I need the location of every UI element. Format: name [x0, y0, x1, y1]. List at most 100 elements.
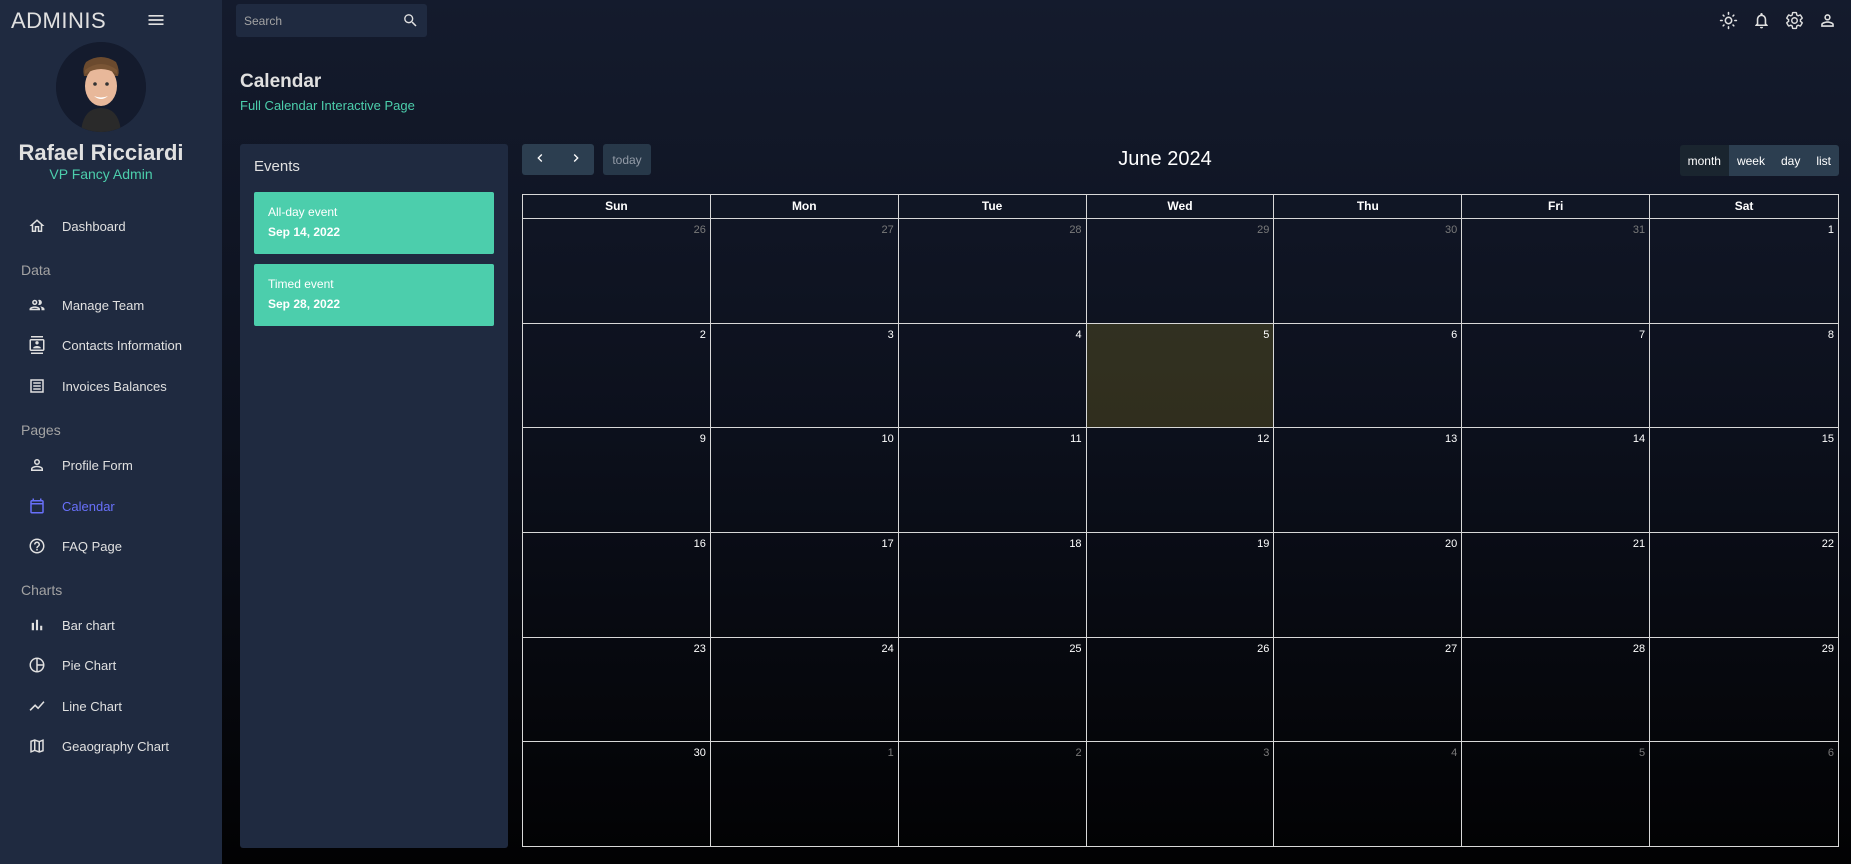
- person-icon[interactable]: [1818, 11, 1837, 30]
- calendar-day[interactable]: 1: [1650, 219, 1838, 324]
- pie-chart-icon: [28, 656, 46, 674]
- calendar-day[interactable]: 22: [1650, 533, 1838, 638]
- calendar-day[interactable]: 3: [1087, 742, 1275, 847]
- sidebar-section-pages: Pages: [21, 422, 61, 438]
- calendar-day[interactable]: 16: [523, 532, 711, 638]
- calendar-day[interactable]: 10: [710, 428, 899, 533]
- calendar-day[interactable]: 31: [1462, 219, 1651, 324]
- event-title: All-day event: [268, 205, 338, 219]
- weekday-label: Mon: [710, 195, 899, 219]
- sidebar-item-faq[interactable]: FAQ Page: [28, 534, 122, 558]
- calendar-grid: Sun Mon Tue Wed Thu Fri Sat 26 27 28 29 30 31 1 2 3 4 5 6…: [522, 194, 1839, 847]
- weekday-label: Sat: [1650, 195, 1838, 219]
- events-title: Events: [254, 158, 300, 175]
- calendar-day[interactable]: 30: [523, 742, 711, 847]
- sidebar-item-invoices[interactable]: Invoices Balances: [28, 374, 167, 398]
- notifications-icon[interactable]: [1752, 11, 1771, 30]
- light-mode-icon[interactable]: [1719, 11, 1738, 30]
- calendar-day[interactable]: 2: [523, 323, 711, 429]
- weekday-label: Fri: [1462, 195, 1651, 219]
- sidebar-section-data: Data: [21, 262, 51, 278]
- next-button[interactable]: [558, 144, 594, 175]
- calendar-day[interactable]: 23: [523, 637, 711, 743]
- calendar-day[interactable]: 2: [899, 742, 1087, 847]
- calendar-day[interactable]: 14: [1462, 428, 1651, 533]
- search-icon[interactable]: [402, 12, 419, 29]
- people-icon: [28, 296, 46, 314]
- sidebar-item-calendar[interactable]: Calendar: [28, 494, 115, 518]
- sidebar-item-label: Manage Team: [62, 297, 145, 313]
- user-role: VP Fancy Admin: [49, 166, 153, 182]
- calendar-day[interactable]: 26: [523, 219, 711, 324]
- map-icon: [28, 737, 46, 755]
- calendar-day[interactable]: 7: [1462, 323, 1651, 429]
- calendar-title: June 2024: [1118, 148, 1212, 170]
- sidebar-item-line-chart[interactable]: Line Chart: [28, 694, 122, 718]
- view-month-button[interactable]: month: [1679, 145, 1729, 176]
- calendar-day[interactable]: 29: [1650, 638, 1838, 743]
- calendar-day[interactable]: 20: [1274, 532, 1463, 638]
- today-button[interactable]: today: [603, 144, 651, 175]
- sidebar-item-profile-form[interactable]: Profile Form: [28, 453, 133, 477]
- calendar-day[interactable]: 27: [1274, 637, 1463, 743]
- sidebar-item-label: Invoices Balances: [62, 378, 167, 394]
- sidebar-item-label: Bar chart: [62, 617, 115, 633]
- calendar-day[interactable]: 6: [1274, 323, 1463, 429]
- calendar-day[interactable]: 19: [1086, 532, 1275, 638]
- calendar-day[interactable]: 13: [1274, 428, 1463, 533]
- sidebar-item-label: FAQ Page: [62, 538, 122, 554]
- sidebar-item-geography-chart[interactable]: Geaography Chart: [28, 734, 169, 758]
- sidebar-item-bar-chart[interactable]: Bar chart: [28, 613, 115, 637]
- page-subtitle: Full Calendar Interactive Page: [240, 98, 415, 113]
- calendar-day[interactable]: 12: [1086, 428, 1275, 533]
- calendar-day[interactable]: 27: [710, 219, 899, 324]
- view-day-button[interactable]: day: [1772, 145, 1809, 176]
- sidebar-item-pie-chart[interactable]: Pie Chart: [28, 653, 116, 677]
- menu-icon[interactable]: [146, 10, 166, 30]
- calendar-day-today[interactable]: 5: [1086, 323, 1275, 429]
- calendar-day[interactable]: 4: [898, 323, 1087, 429]
- event-card[interactable]: Timed event Sep 28, 2022: [254, 264, 494, 326]
- calendar-day[interactable]: 5: [1462, 742, 1651, 847]
- calendar-day[interactable]: 1: [711, 742, 899, 847]
- calendar-day[interactable]: 28: [1462, 637, 1651, 743]
- line-chart-icon: [28, 697, 46, 715]
- event-title: Timed event: [268, 277, 334, 291]
- calendar-day[interactable]: 6: [1650, 742, 1838, 847]
- person-icon: [28, 456, 46, 474]
- calendar-day[interactable]: 26: [1086, 637, 1275, 743]
- sidebar-item-contacts[interactable]: Contacts Information: [28, 333, 182, 357]
- calendar-day[interactable]: 3: [710, 323, 899, 429]
- events-panel: Events All-day event Sep 14, 2022 Timed …: [240, 144, 508, 848]
- weekday-label: Thu: [1274, 195, 1463, 219]
- view-week-button[interactable]: week: [1728, 145, 1773, 176]
- search-input[interactable]: [236, 13, 386, 28]
- prev-button[interactable]: [522, 144, 558, 175]
- calendar-day[interactable]: 11: [898, 428, 1087, 533]
- topbar-icons: [1719, 11, 1837, 30]
- brand-title: ADMINIS: [11, 8, 107, 33]
- calendar-day[interactable]: 9: [523, 428, 711, 533]
- settings-icon[interactable]: [1785, 11, 1804, 30]
- calendar-day[interactable]: 8: [1650, 324, 1838, 429]
- calendar-icon: [28, 497, 46, 515]
- weekday-label: Wed: [1086, 195, 1275, 219]
- calendar-day[interactable]: 15: [1650, 428, 1838, 533]
- receipt-icon: [28, 377, 46, 395]
- event-card[interactable]: All-day event Sep 14, 2022: [254, 192, 494, 254]
- calendar-day[interactable]: 25: [898, 637, 1087, 743]
- calendar-day[interactable]: 28: [898, 219, 1087, 324]
- calendar-day[interactable]: 24: [710, 637, 899, 743]
- user-name: Rafael Ricciardi: [18, 140, 184, 165]
- sidebar-section-charts: Charts: [21, 582, 63, 598]
- sidebar-item-dashboard[interactable]: Dashboard: [28, 214, 126, 238]
- calendar-day[interactable]: 21: [1462, 532, 1651, 638]
- calendar-day[interactable]: 18: [898, 532, 1087, 638]
- calendar-day[interactable]: 4: [1274, 742, 1463, 847]
- calendar-day[interactable]: 30: [1274, 219, 1463, 324]
- calendar-day[interactable]: 17: [710, 532, 899, 638]
- sidebar-item-manage-team[interactable]: Manage Team: [28, 293, 144, 317]
- calendar-day[interactable]: 29: [1086, 219, 1275, 324]
- view-list-button[interactable]: list: [1808, 145, 1839, 176]
- sidebar-item-label: Dashboard: [62, 218, 126, 234]
